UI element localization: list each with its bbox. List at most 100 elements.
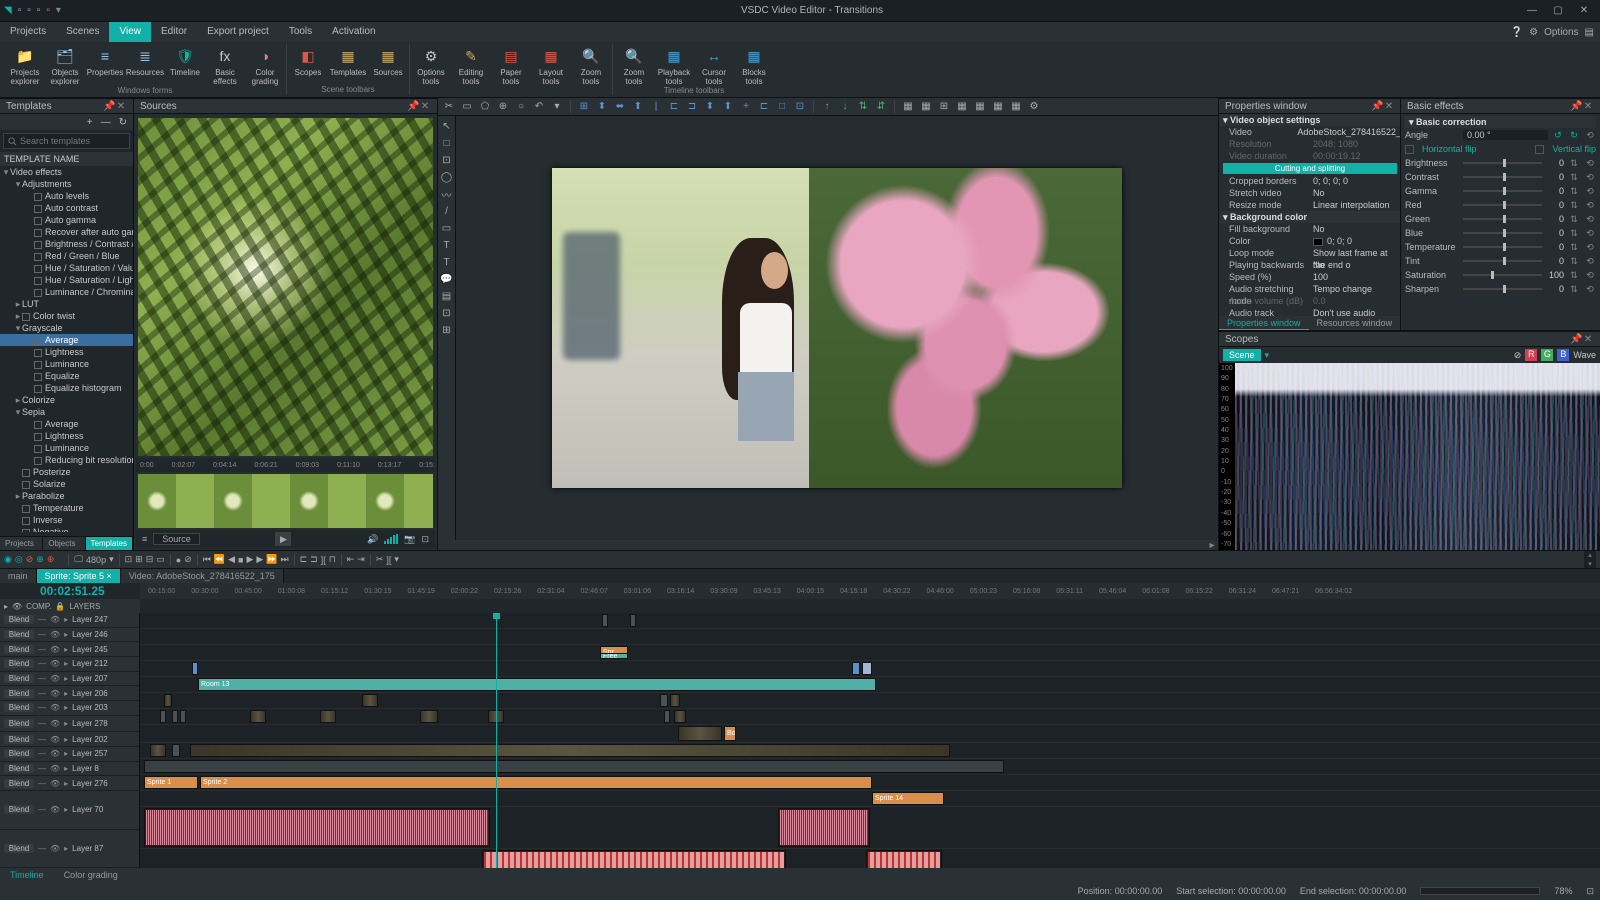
preview-tool-icon[interactable]: + bbox=[739, 100, 753, 114]
tree-node[interactable]: Recover after auto gamma bbox=[0, 226, 133, 238]
blend-mode[interactable]: Blend bbox=[4, 703, 34, 712]
effect-slider-tint[interactable]: Tint0⇅⟲ bbox=[1405, 254, 1596, 268]
side-tool-icon[interactable]: ↖ bbox=[439, 118, 455, 134]
ribbon-zoom[interactable]: 🔍Zoomtools bbox=[574, 44, 608, 86]
tree-node[interactable]: Luminance / Chrominance (YC bbox=[0, 286, 133, 298]
tree-node[interactable]: Auto contrast bbox=[0, 202, 133, 214]
track-lane[interactable] bbox=[140, 849, 1600, 868]
effect-slider-sharpen[interactable]: Sharpen0⇅⟲ bbox=[1405, 282, 1596, 296]
clip[interactable] bbox=[144, 760, 1004, 773]
preview-tool-icon[interactable]: ⬍ bbox=[703, 100, 717, 114]
track-lane[interactable] bbox=[140, 807, 1600, 849]
templates-tab[interactable]: Objects exp... bbox=[43, 537, 85, 550]
tree-node[interactable]: Temperature bbox=[0, 502, 133, 514]
ribbon-sources[interactable]: ▦Sources bbox=[371, 44, 405, 77]
blend-mode[interactable]: Blend bbox=[4, 689, 34, 698]
preview-tool-icon[interactable]: ⊏ bbox=[667, 100, 681, 114]
visibility-icon[interactable]: 👁 bbox=[50, 689, 60, 698]
effect-slider-saturation[interactable]: Saturation100⇅⟲ bbox=[1405, 268, 1596, 282]
tl-btn[interactable]: ][ bbox=[321, 555, 326, 565]
scope-display[interactable]: 1009080706050403020100-10-20-30-40-50-60… bbox=[1219, 363, 1600, 550]
ribbon-basic[interactable]: fxBasiceffects bbox=[208, 44, 242, 86]
properties-tab[interactable]: Resources window bbox=[1309, 316, 1401, 330]
blend-mode[interactable]: Blend bbox=[4, 659, 34, 668]
preview-tool-icon[interactable]: ▦ bbox=[901, 100, 915, 114]
lock-icon[interactable]: 🔒 bbox=[55, 602, 65, 611]
visibility-icon[interactable]: 👁 bbox=[50, 805, 60, 814]
track-icon[interactable]: — bbox=[38, 749, 46, 758]
preview-tool-icon[interactable]: ▭ bbox=[460, 100, 474, 114]
preview-tool-icon[interactable]: ⬍ bbox=[595, 100, 609, 114]
clip[interactable] bbox=[172, 744, 180, 757]
visibility-icon[interactable]: 👁 bbox=[50, 764, 60, 773]
visibility-icon[interactable]: 👁 bbox=[50, 719, 60, 728]
pin-icon[interactable]: 📌 bbox=[1371, 101, 1383, 112]
track-header[interactable]: Blend—👁▸Layer 212 bbox=[0, 657, 139, 672]
track-lane[interactable] bbox=[140, 693, 1600, 709]
templates-tree[interactable]: ▾Video effects▾AdjustmentsAuto levelsAut… bbox=[0, 166, 133, 532]
track-header[interactable]: Blend—👁▸Layer 206 bbox=[0, 686, 139, 701]
hflip-checkbox[interactable] bbox=[1405, 145, 1414, 154]
clip[interactable] bbox=[250, 710, 266, 723]
track-header[interactable]: Blend—👁▸Layer 8 bbox=[0, 762, 139, 777]
preview-canvas[interactable] bbox=[456, 116, 1218, 540]
tree-node[interactable]: ▾Adjustments bbox=[0, 178, 133, 190]
preview-tool-icon[interactable]: ↓ bbox=[838, 100, 852, 114]
dropdown-arrow-icon[interactable]: ▾ bbox=[1265, 350, 1270, 361]
pin-icon[interactable]: 📌 bbox=[1570, 334, 1582, 345]
clip[interactable] bbox=[664, 710, 670, 723]
close-button[interactable]: ✕ bbox=[1572, 2, 1596, 20]
menu-projects[interactable]: Projects bbox=[0, 22, 56, 42]
lock-icon[interactable]: ▸ bbox=[64, 764, 68, 773]
clip[interactable] bbox=[630, 614, 636, 627]
tree-node[interactable]: Hue / Saturation / Value bbox=[0, 262, 133, 274]
tl-btn[interactable]: ⊏ bbox=[300, 554, 308, 565]
ribbon-options[interactable]: ⚙Optionstools bbox=[414, 44, 448, 86]
track-lane[interactable] bbox=[140, 709, 1600, 725]
preview-tool-icon[interactable]: ⇵ bbox=[874, 100, 888, 114]
preview-tool-icon[interactable]: ⬠ bbox=[478, 100, 492, 114]
pin-icon[interactable]: 📌 bbox=[407, 101, 419, 112]
preview-tool-icon[interactable]: ▦ bbox=[955, 100, 969, 114]
playhead[interactable] bbox=[496, 613, 497, 868]
clip[interactable]: Sprite 1 bbox=[144, 776, 198, 789]
tl-mark2-icon[interactable]: ⊕ bbox=[47, 554, 55, 565]
lock-icon[interactable]: ▸ bbox=[64, 615, 68, 624]
preview-tool-icon[interactable]: ↑ bbox=[820, 100, 834, 114]
tl-btn[interactable]: ⊐ bbox=[310, 554, 318, 565]
tree-node[interactable]: Equalize bbox=[0, 370, 133, 382]
blend-mode[interactable]: Blend bbox=[4, 615, 34, 624]
blend-mode[interactable]: Blend bbox=[4, 630, 34, 639]
lock-icon[interactable]: ▸ bbox=[64, 689, 68, 698]
gear-icon[interactable]: ⚙ bbox=[1529, 27, 1538, 38]
track-lane[interactable]: Bo bbox=[140, 725, 1600, 743]
clip[interactable] bbox=[602, 614, 608, 627]
preview-tool-icon[interactable]: ⊞ bbox=[577, 100, 591, 114]
menu-view[interactable]: View bbox=[109, 22, 151, 42]
prop-row[interactable]: Playing backwardsNo bbox=[1219, 259, 1401, 271]
preview-tool-icon[interactable]: ▾ bbox=[550, 100, 564, 114]
lock-icon[interactable]: ▸ bbox=[64, 645, 68, 654]
tl-cut-icon[interactable]: ✂ bbox=[376, 554, 384, 565]
effect-slider-gamma[interactable]: Gamma0⇅⟲ bbox=[1405, 184, 1596, 198]
effect-slider-red[interactable]: Red0⇅⟲ bbox=[1405, 198, 1596, 212]
tree-node[interactable]: Equalize histogram bbox=[0, 382, 133, 394]
tree-node[interactable]: Inverse bbox=[0, 514, 133, 526]
clip[interactable] bbox=[320, 710, 336, 723]
qa-icon[interactable]: ▫ bbox=[18, 5, 22, 16]
clip[interactable] bbox=[674, 710, 686, 723]
track-icon[interactable]: — bbox=[38, 844, 46, 853]
tl-next-button[interactable]: ⏩ bbox=[266, 554, 277, 565]
tl-btn[interactable]: ▭ bbox=[156, 554, 165, 565]
clip[interactable] bbox=[670, 694, 680, 707]
track-icon[interactable]: — bbox=[38, 689, 46, 698]
options-link[interactable]: Options bbox=[1544, 27, 1578, 38]
tree-node[interactable]: ▸Parabolize bbox=[0, 490, 133, 502]
side-tool-icon[interactable]: 〰 bbox=[439, 186, 455, 202]
track-icon[interactable]: — bbox=[38, 615, 46, 624]
vflip-checkbox[interactable] bbox=[1535, 145, 1544, 154]
tree-node[interactable]: Reducing bit resolution bbox=[0, 454, 133, 466]
tl-stop-button[interactable]: ■ bbox=[238, 555, 243, 565]
track-lane[interactable]: Room 13 bbox=[140, 677, 1600, 693]
close-icon[interactable]: ✕ bbox=[1383, 101, 1395, 112]
